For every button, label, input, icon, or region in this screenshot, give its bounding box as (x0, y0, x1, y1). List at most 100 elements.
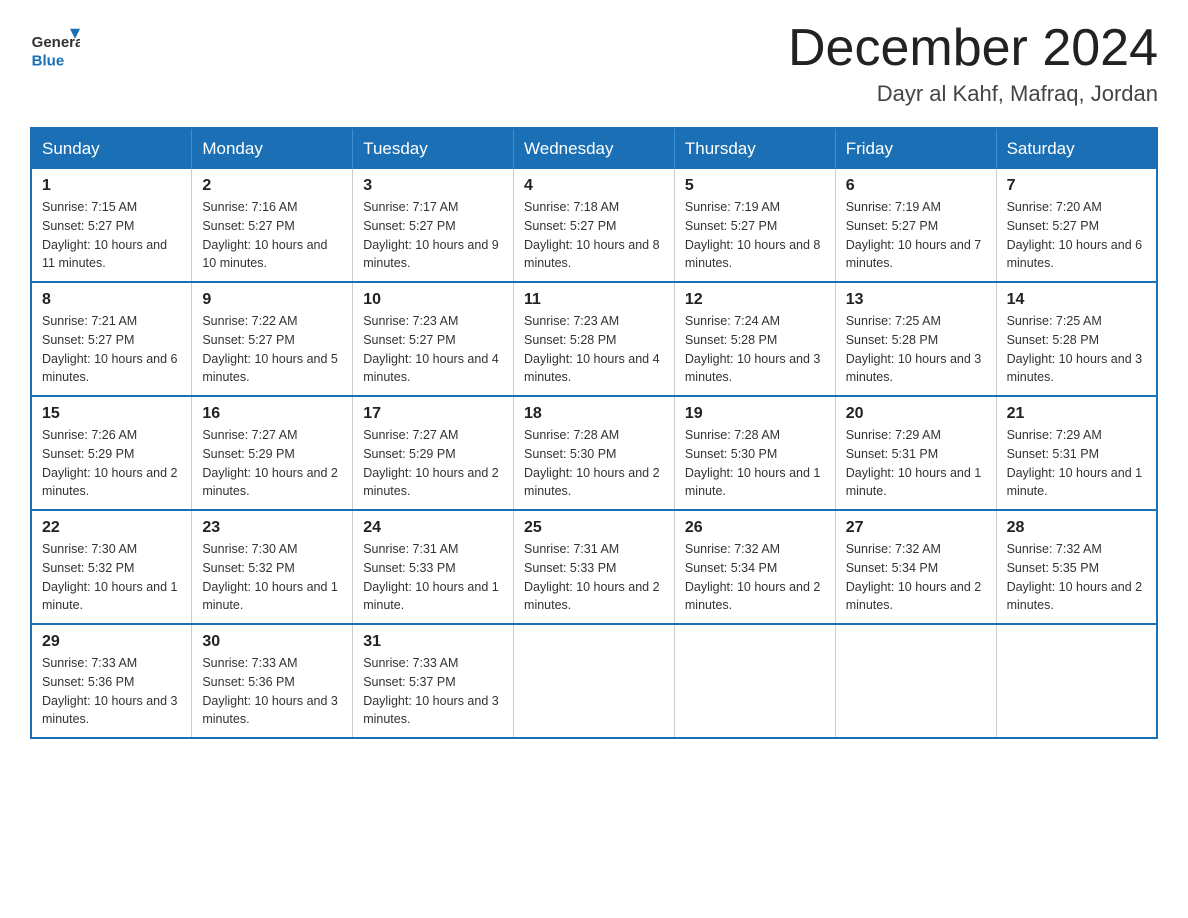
calendar-cell: 1Sunrise: 7:15 AMSunset: 5:27 PMDaylight… (31, 169, 192, 282)
calendar-cell: 9 Sunrise: 7:22 AMSunset: 5:27 PMDaylight… (192, 282, 353, 396)
col-header-monday: Monday (192, 128, 353, 169)
day-number: 8 (42, 291, 181, 309)
day-info: Sunrise: 7:17 AMSunset: 5:27 PMDaylight:… (363, 198, 503, 273)
svg-text:General: General (32, 34, 80, 51)
calendar-cell: 20 Sunrise: 7:29 AMSunset: 5:31 PMDayligh… (835, 396, 996, 510)
day-number: 9 (202, 291, 342, 309)
day-number: 27 (846, 519, 986, 537)
day-number: 4 (524, 177, 664, 195)
day-number: 18 (524, 405, 664, 423)
day-info: Sunrise: 7:25 AMSunset: 5:28 PMDaylight:… (846, 312, 986, 387)
calendar-cell: 7 Sunrise: 7:20 AMSunset: 5:27 PMDaylight… (996, 169, 1157, 282)
day-info: Sunrise: 7:15 AMSunset: 5:27 PMDaylight:… (42, 198, 181, 273)
day-info: Sunrise: 7:32 AMSunset: 5:35 PMDaylight:… (1007, 540, 1146, 615)
calendar-cell: 4 Sunrise: 7:18 AMSunset: 5:27 PMDaylight… (514, 169, 675, 282)
day-number: 13 (846, 291, 986, 309)
calendar-cell (674, 624, 835, 738)
calendar-cell (835, 624, 996, 738)
calendar-cell: 8 Sunrise: 7:21 AMSunset: 5:27 PMDaylight… (31, 282, 192, 396)
calendar-cell: 17 Sunrise: 7:27 AMSunset: 5:29 PMDayligh… (353, 396, 514, 510)
day-info: Sunrise: 7:33 AMSunset: 5:36 PMDaylight:… (42, 654, 181, 729)
calendar-cell (996, 624, 1157, 738)
header: General Blue December 2024 Dayr al Kahf,… (30, 20, 1158, 107)
col-header-sunday: Sunday (31, 128, 192, 169)
calendar-cell: 10 Sunrise: 7:23 AMSunset: 5:27 PMDayligh… (353, 282, 514, 396)
calendar-cell: 28Sunrise: 7:32 AMSunset: 5:35 PMDayligh… (996, 510, 1157, 624)
day-number: 16 (202, 405, 342, 423)
col-header-wednesday: Wednesday (514, 128, 675, 169)
day-number: 17 (363, 405, 503, 423)
logo-icon: General Blue (30, 20, 80, 70)
day-number: 26 (685, 519, 825, 537)
day-info: Sunrise: 7:21 AMSunset: 5:27 PMDaylight:… (42, 312, 181, 387)
week-row-3: 15 Sunrise: 7:26 AMSunset: 5:29 PMDayligh… (31, 396, 1157, 510)
calendar-cell: 27 Sunrise: 7:32 AMSunset: 5:34 PMDayligh… (835, 510, 996, 624)
calendar-cell: 18 Sunrise: 7:28 AMSunset: 5:30 PMDayligh… (514, 396, 675, 510)
day-number: 5 (685, 177, 825, 195)
week-row-5: 29Sunrise: 7:33 AMSunset: 5:36 PMDayligh… (31, 624, 1157, 738)
month-title: December 2024 (788, 20, 1158, 77)
day-info: Sunrise: 7:33 AMSunset: 5:37 PMDaylight:… (363, 654, 503, 729)
col-header-tuesday: Tuesday (353, 128, 514, 169)
day-info: Sunrise: 7:27 AMSunset: 5:29 PMDaylight:… (363, 426, 503, 501)
calendar-cell: 12 Sunrise: 7:24 AMSunset: 5:28 PMDayligh… (674, 282, 835, 396)
title-area: December 2024 Dayr al Kahf, Mafraq, Jord… (788, 20, 1158, 107)
calendar-cell: 25Sunrise: 7:31 AMSunset: 5:33 PMDayligh… (514, 510, 675, 624)
day-info: Sunrise: 7:19 AMSunset: 5:27 PMDaylight:… (846, 198, 986, 273)
day-number: 6 (846, 177, 986, 195)
day-number: 19 (685, 405, 825, 423)
calendar-cell: 11 Sunrise: 7:23 AMSunset: 5:28 PMDayligh… (514, 282, 675, 396)
day-number: 15 (42, 405, 181, 423)
calendar-cell: 6 Sunrise: 7:19 AMSunset: 5:27 PMDaylight… (835, 169, 996, 282)
day-info: Sunrise: 7:29 AMSunset: 5:31 PMDaylight:… (1007, 426, 1146, 501)
day-info: Sunrise: 7:30 AMSunset: 5:32 PMDaylight:… (202, 540, 342, 615)
day-info: Sunrise: 7:16 AMSunset: 5:27 PMDaylight:… (202, 198, 342, 273)
day-number: 12 (685, 291, 825, 309)
day-info: Sunrise: 7:30 AMSunset: 5:32 PMDaylight:… (42, 540, 181, 615)
calendar-cell: 29Sunrise: 7:33 AMSunset: 5:36 PMDayligh… (31, 624, 192, 738)
day-info: Sunrise: 7:28 AMSunset: 5:30 PMDaylight:… (524, 426, 664, 501)
day-info: Sunrise: 7:29 AMSunset: 5:31 PMDaylight:… (846, 426, 986, 501)
day-number: 23 (202, 519, 342, 537)
location: Dayr al Kahf, Mafraq, Jordan (788, 81, 1158, 107)
day-info: Sunrise: 7:26 AMSunset: 5:29 PMDaylight:… (42, 426, 181, 501)
day-number: 2 (202, 177, 342, 195)
svg-text:Blue: Blue (32, 52, 65, 69)
calendar-cell: 14 Sunrise: 7:25 AMSunset: 5:28 PMDayligh… (996, 282, 1157, 396)
day-number: 20 (846, 405, 986, 423)
day-info: Sunrise: 7:23 AMSunset: 5:28 PMDaylight:… (524, 312, 664, 387)
day-info: Sunrise: 7:18 AMSunset: 5:27 PMDaylight:… (524, 198, 664, 273)
day-info: Sunrise: 7:32 AMSunset: 5:34 PMDaylight:… (685, 540, 825, 615)
calendar-cell: 13 Sunrise: 7:25 AMSunset: 5:28 PMDayligh… (835, 282, 996, 396)
day-number: 22 (42, 519, 181, 537)
day-number: 21 (1007, 405, 1146, 423)
calendar-cell: 24Sunrise: 7:31 AMSunset: 5:33 PMDayligh… (353, 510, 514, 624)
day-info: Sunrise: 7:19 AMSunset: 5:27 PMDaylight:… (685, 198, 825, 273)
day-info: Sunrise: 7:24 AMSunset: 5:28 PMDaylight:… (685, 312, 825, 387)
day-info: Sunrise: 7:33 AMSunset: 5:36 PMDaylight:… (202, 654, 342, 729)
calendar-cell: 2 Sunrise: 7:16 AMSunset: 5:27 PMDaylight… (192, 169, 353, 282)
day-number: 3 (363, 177, 503, 195)
calendar-cell: 16Sunrise: 7:27 AMSunset: 5:29 PMDayligh… (192, 396, 353, 510)
day-info: Sunrise: 7:25 AMSunset: 5:28 PMDaylight:… (1007, 312, 1146, 387)
day-info: Sunrise: 7:23 AMSunset: 5:27 PMDaylight:… (363, 312, 503, 387)
calendar-cell: 30Sunrise: 7:33 AMSunset: 5:36 PMDayligh… (192, 624, 353, 738)
week-row-4: 22 Sunrise: 7:30 AMSunset: 5:32 PMDayligh… (31, 510, 1157, 624)
calendar-cell (514, 624, 675, 738)
day-number: 7 (1007, 177, 1146, 195)
day-info: Sunrise: 7:22 AMSunset: 5:27 PMDaylight:… (202, 312, 342, 387)
col-header-thursday: Thursday (674, 128, 835, 169)
calendar-cell: 15 Sunrise: 7:26 AMSunset: 5:29 PMDayligh… (31, 396, 192, 510)
day-number: 11 (524, 291, 664, 309)
col-header-friday: Friday (835, 128, 996, 169)
day-number: 14 (1007, 291, 1146, 309)
calendar-cell: 5 Sunrise: 7:19 AMSunset: 5:27 PMDaylight… (674, 169, 835, 282)
week-row-1: 1Sunrise: 7:15 AMSunset: 5:27 PMDaylight… (31, 169, 1157, 282)
calendar-cell: 19Sunrise: 7:28 AMSunset: 5:30 PMDayligh… (674, 396, 835, 510)
col-header-saturday: Saturday (996, 128, 1157, 169)
day-number: 10 (363, 291, 503, 309)
calendar-cell: 3 Sunrise: 7:17 AMSunset: 5:27 PMDaylight… (353, 169, 514, 282)
day-info: Sunrise: 7:32 AMSunset: 5:34 PMDaylight:… (846, 540, 986, 615)
day-info: Sunrise: 7:20 AMSunset: 5:27 PMDaylight:… (1007, 198, 1146, 273)
calendar-table: SundayMondayTuesdayWednesdayThursdayFrid… (30, 127, 1158, 739)
